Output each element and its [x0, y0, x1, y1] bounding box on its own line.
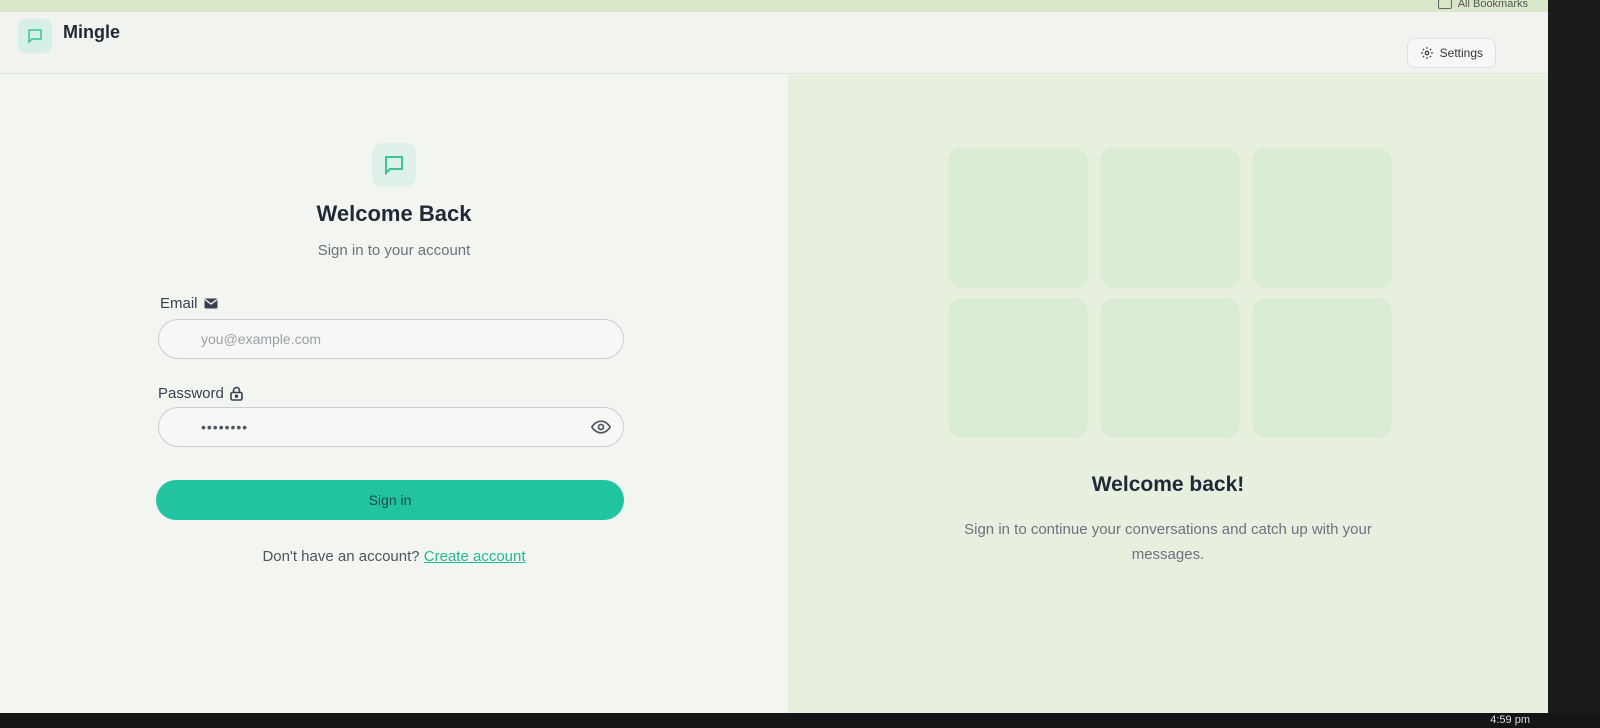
logo[interactable]: [18, 19, 52, 53]
password-label: Password: [158, 385, 224, 402]
eye-icon[interactable]: [591, 417, 611, 437]
password-label-row: Password: [158, 385, 243, 402]
decorative-tile: [1100, 298, 1240, 438]
taskbar: 4:59 pm: [0, 713, 1600, 728]
promo-title: Welcome back!: [1091, 473, 1245, 496]
password-value: ••••••••: [201, 419, 249, 435]
login-subtitle: Sign in to your account: [317, 242, 471, 259]
create-account-link[interactable]: Create account: [424, 548, 526, 565]
decorative-tile: [1252, 148, 1392, 288]
decorative-tile: [948, 298, 1088, 438]
decorative-tile: [948, 148, 1088, 288]
chat-bubble-icon: [385, 156, 403, 176]
all-bookmarks-button[interactable]: All Bookmarks: [1437, 0, 1528, 10]
promo-panel: Welcome back! Sign in to continue your c…: [788, 75, 1548, 713]
clock: 4:59 pm: [1490, 714, 1530, 726]
signup-prompt: Don't have an account? Create account: [0, 548, 788, 565]
password-input[interactable]: ••••••••: [158, 407, 624, 447]
settings-button[interactable]: Settings: [1406, 38, 1496, 68]
gear-icon: [1420, 47, 1433, 59]
bookmarks-bar: All Bookmarks: [0, 0, 1548, 12]
decorative-tile: [1252, 298, 1392, 438]
login-title: Welcome Back: [316, 201, 472, 226]
email-label: Email: [160, 295, 198, 312]
login-panel: Welcome Back Sign in to your account Ema…: [0, 75, 788, 713]
mail-icon: [204, 298, 218, 309]
top-navigation: Mingle Settings: [0, 12, 1548, 74]
decorative-tile: [1100, 148, 1240, 288]
login-logo: [372, 143, 416, 187]
email-input[interactable]: you@example.com: [158, 319, 624, 359]
settings-label: Settings: [1439, 46, 1483, 60]
folder-icon: [1437, 0, 1452, 9]
chat-bubble-icon: [28, 29, 42, 44]
app-window: All Bookmarks Mingle Settings Welcome Ba…: [0, 0, 1548, 713]
sign-in-button[interactable]: Sign in: [156, 480, 624, 520]
brand-name: Mingle: [63, 22, 120, 42]
no-account-text: Don't have an account?: [262, 548, 420, 565]
email-placeholder: you@example.com: [201, 331, 322, 347]
lock-icon: [230, 386, 243, 401]
email-label-row: Email: [160, 295, 218, 312]
bookmarks-label: All Bookmarks: [1457, 0, 1528, 10]
promo-subtitle: Sign in to continue your conversations a…: [964, 521, 1372, 563]
